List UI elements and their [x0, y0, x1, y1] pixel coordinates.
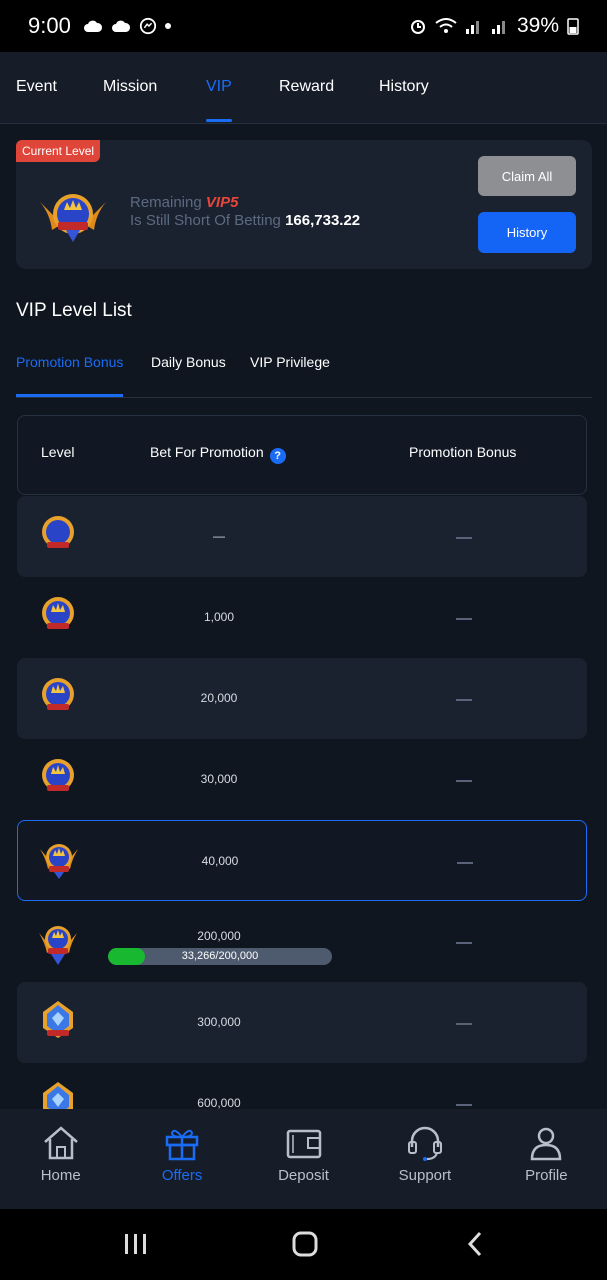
- bet-value: 300,000: [197, 1015, 241, 1029]
- promotion-progress-bar: 33,266/200,000: [108, 948, 332, 965]
- bet-value: 40,000: [201, 854, 239, 868]
- bonus-dash: [456, 537, 472, 539]
- nav-offers[interactable]: Offers: [121, 1109, 242, 1209]
- home-button-icon[interactable]: [285, 1229, 325, 1259]
- nav-offers-label: Offers: [161, 1167, 203, 1184]
- vip-medal-icon: [42, 516, 74, 548]
- short-amount: 166,733.22: [285, 212, 361, 229]
- messenger-icon: [139, 17, 156, 35]
- tab-vip-privilege[interactable]: VIP Privilege: [250, 354, 330, 370]
- vip-wings-medal-icon: [39, 926, 77, 965]
- bet-value: 600,000: [197, 1096, 241, 1110]
- system-nav-bar: [0, 1209, 607, 1280]
- remaining-label: Remaining: [130, 194, 202, 211]
- claim-all-button[interactable]: Claim All: [478, 156, 576, 196]
- bonus-dash: [457, 862, 473, 864]
- bonus-dash: [456, 1023, 472, 1025]
- nav-profile[interactable]: Profile: [486, 1109, 607, 1209]
- back-icon[interactable]: [456, 1229, 496, 1259]
- headset-icon: [407, 1126, 442, 1161]
- bonus-dash: [456, 780, 472, 782]
- nav-home-label: Home: [40, 1167, 81, 1184]
- nav-support[interactable]: Support: [364, 1109, 485, 1209]
- signal-icon: [465, 21, 479, 34]
- gift-icon: [165, 1129, 199, 1161]
- bet-value: —: [213, 529, 225, 543]
- vip-level-list-title: VIP Level List: [16, 300, 132, 321]
- vip-medal-icon: [42, 597, 74, 629]
- table-row: 1,000: [17, 577, 587, 658]
- battery-icon: [567, 18, 579, 35]
- tab-reward[interactable]: Reward: [279, 78, 334, 96]
- bonus-dash: [456, 942, 472, 944]
- table-row: 20,000: [17, 658, 587, 739]
- col-level: Level: [41, 444, 75, 460]
- col-bet-for-promotion: Bet For Promotion: [150, 444, 264, 460]
- wifi-icon: [435, 18, 457, 33]
- status-time: 9:00: [28, 13, 71, 38]
- table-row-current: 40,000: [17, 820, 587, 901]
- battery-percent: 39%: [516, 14, 559, 37]
- table-header: Level Bet For Promotion? Promotion Bonus: [17, 415, 587, 495]
- table-row: —: [17, 496, 587, 577]
- vip-medal-icon: [42, 759, 74, 791]
- tab-event[interactable]: Event: [16, 78, 57, 96]
- current-level-badge: Current Level: [16, 140, 101, 162]
- vip-wings-medal-icon: [40, 844, 78, 879]
- table-row-next: 200,000 33,266/200,000: [17, 901, 587, 982]
- tab-history[interactable]: History: [379, 78, 429, 96]
- bonus-dash: [456, 1104, 472, 1106]
- alarm-icon: [410, 20, 425, 34]
- tab-promotion-bonus[interactable]: Promotion Bonus: [16, 354, 124, 397]
- nav-support-label: Support: [398, 1167, 452, 1184]
- progress-text: 33,266/200,000: [181, 950, 259, 962]
- user-icon: [531, 1127, 562, 1161]
- nav-profile-label: Profile: [525, 1167, 568, 1184]
- bonus-dash: [456, 618, 472, 620]
- signal-icon: [491, 21, 505, 34]
- help-icon[interactable]: ?: [269, 448, 286, 464]
- current-level-card: Current Level Remaining VIP5 Is Still Sh…: [16, 140, 592, 269]
- bottom-nav: Home Offers Deposit Support Profile: [0, 1109, 607, 1209]
- bonus-dash: [456, 699, 472, 701]
- bet-value: 200,000: [197, 929, 241, 943]
- bet-value: 30,000: [200, 772, 238, 786]
- cloud-icon: [111, 20, 130, 32]
- vip-medal-icon: [42, 678, 74, 710]
- vip-diamond-medal-icon: [43, 1001, 73, 1038]
- history-button[interactable]: History: [478, 212, 576, 253]
- short-of-betting-label: Is Still Short Of Betting: [130, 212, 281, 229]
- nav-deposit-label: Deposit: [278, 1167, 329, 1184]
- sub-tabs: Promotion Bonus Daily Bonus VIP Privileg…: [16, 352, 592, 398]
- table-row: 30,000: [17, 739, 587, 820]
- tab-daily-bonus[interactable]: Daily Bonus: [151, 354, 226, 370]
- tab-vip[interactable]: VIP: [206, 78, 232, 122]
- vip-wings-emblem-icon: [40, 194, 106, 242]
- nav-home[interactable]: Home: [0, 1109, 121, 1209]
- nav-deposit[interactable]: Deposit: [243, 1109, 364, 1209]
- cloud-icon: [83, 20, 102, 32]
- table-row: 300,000: [17, 982, 587, 1063]
- top-tabs: Event Mission VIP Reward History: [0, 52, 607, 124]
- recent-apps-icon[interactable]: [116, 1229, 156, 1259]
- col-promotion-bonus: Promotion Bonus: [409, 444, 517, 460]
- bet-value: 20,000: [200, 691, 238, 705]
- bet-value: 1,000: [203, 610, 235, 624]
- vip-level-rows: — 1,000 20,000 30,000 40,000 200,000 33,…: [17, 496, 587, 1144]
- status-bar: 9:00 39%: [0, 0, 607, 52]
- dot-icon: [164, 23, 171, 29]
- target-vip-level: VIP5: [205, 194, 239, 211]
- home-icon: [43, 1126, 78, 1160]
- tab-mission[interactable]: Mission: [103, 78, 157, 96]
- wallet-icon: [286, 1129, 321, 1159]
